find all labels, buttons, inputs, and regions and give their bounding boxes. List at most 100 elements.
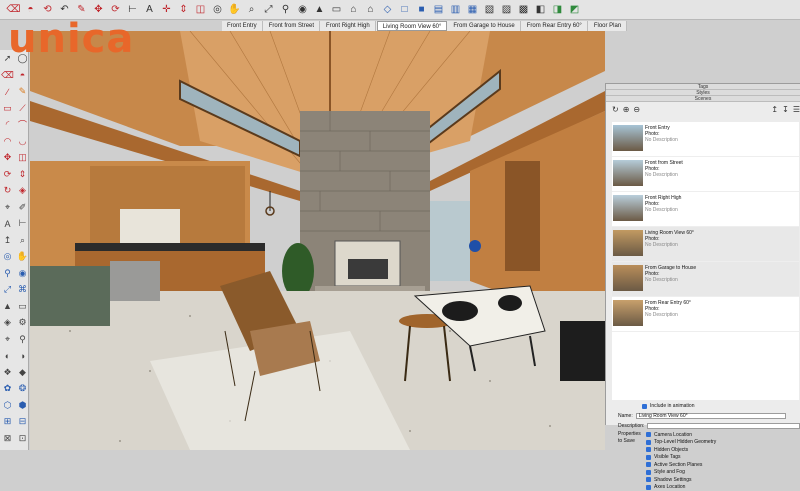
move-scene-up-icon[interactable]: ↥	[771, 105, 778, 114]
axes-icon[interactable]: ✛	[159, 2, 174, 17]
help-icon[interactable]: ⊡	[16, 432, 29, 445]
look-around-icon[interactable]: ◈	[1, 316, 14, 329]
polygon-icon[interactable]: ⌒	[16, 118, 29, 131]
paint-bucket-icon[interactable]: ◓	[16, 69, 29, 82]
scene-description-field[interactable]	[647, 423, 800, 429]
smoove-icon[interactable]: ⚲	[16, 333, 29, 346]
position-camera-icon[interactable]: ▲	[312, 2, 327, 17]
tape-measure-icon[interactable]: ⌖	[1, 201, 14, 214]
extension-icon[interactable]: ❂	[16, 382, 29, 395]
property-checkbox[interactable]	[646, 469, 651, 475]
circle-icon[interactable]: ◜	[1, 118, 14, 131]
text-icon[interactable]: A	[142, 2, 157, 17]
house-icon[interactable]: ⌂	[363, 2, 378, 17]
scene-tab[interactable]: Living Room View 60°	[376, 21, 448, 31]
scene-list-item[interactable]: Front Entry Photo: No Description	[612, 122, 799, 157]
follow-me-icon[interactable]: ⇕	[16, 168, 29, 181]
arc-icon[interactable]: ◠	[1, 135, 14, 148]
warehouse-icon[interactable]: ✿	[1, 382, 14, 395]
import-icon[interactable]: ⊞	[1, 415, 14, 428]
monochrome-icon[interactable]: ◩	[567, 2, 582, 17]
walk-icon[interactable]: ⚲	[278, 2, 293, 17]
zoom-icon[interactable]: ⚲	[1, 267, 14, 280]
hidden-line-icon[interactable]: ▩	[516, 2, 531, 17]
paint-bucket-icon[interactable]: ◓	[23, 2, 38, 17]
axes-icon[interactable]: ↥	[1, 234, 14, 247]
scene-list-item[interactable]: From Garage to House Photo: No Description	[612, 262, 799, 297]
property-checkbox[interactable]	[646, 477, 651, 483]
remove-scene-icon[interactable]: ⊖	[633, 105, 640, 114]
iso-view-icon[interactable]: ◇	[380, 2, 395, 17]
left-view-icon[interactable]: ▦	[465, 2, 480, 17]
top-view-icon[interactable]: □	[397, 2, 412, 17]
scene-list-options-icon[interactable]: ☰	[793, 105, 800, 114]
wireframe-icon[interactable]: ▨	[499, 2, 514, 17]
push-pull-icon[interactable]: ⇕	[176, 2, 191, 17]
orbit-icon[interactable]: ◎	[1, 250, 14, 263]
right-view-icon[interactable]: ▤	[431, 2, 446, 17]
position-camera-icon[interactable]: ▲	[1, 300, 14, 313]
layout-icon[interactable]: ⬢	[16, 399, 29, 412]
flip-edge-icon[interactable]: ❖	[1, 366, 14, 379]
scene-tab[interactable]: Front Right High	[321, 21, 376, 31]
scene-list-item[interactable]: From Rear Entry 60° Photo: No Description	[612, 297, 799, 332]
walk-icon[interactable]: ▭	[16, 300, 29, 313]
scene-name-field[interactable]: Living Room View 60°	[635, 413, 786, 419]
offset-icon[interactable]: ◫	[193, 2, 208, 17]
scale-icon[interactable]: ↻	[1, 184, 14, 197]
home-icon[interactable]: ⌂	[346, 2, 361, 17]
move-icon[interactable]: ✥	[1, 151, 14, 164]
eraser-icon[interactable]: ⌫	[6, 2, 21, 17]
add-detail-icon[interactable]: ◆	[16, 366, 29, 379]
look-around-icon[interactable]: ◉	[295, 2, 310, 17]
pan-icon[interactable]: ✋	[227, 2, 242, 17]
pan-icon[interactable]: ✋	[16, 250, 29, 263]
previous-view-icon[interactable]: ⌘	[16, 283, 29, 296]
back-view-icon[interactable]: ▥	[448, 2, 463, 17]
pie-icon[interactable]: ◡	[16, 135, 29, 148]
undo-icon[interactable]: ↶	[57, 2, 72, 17]
scene-list-item[interactable]: Front Right High Photo: No Description	[612, 192, 799, 227]
drape-icon[interactable]: ◑	[16, 349, 29, 362]
section-plane-icon[interactable]: ⚙	[16, 316, 29, 329]
rectangle-icon[interactable]: ▭	[1, 102, 14, 115]
update-scene-icon[interactable]: ↻	[612, 105, 619, 114]
property-checkbox[interactable]	[646, 454, 651, 460]
settings-icon[interactable]: ⊠	[1, 432, 14, 445]
xray-icon[interactable]: ▧	[482, 2, 497, 17]
zoom-extents-icon[interactable]: ⤢	[1, 283, 14, 296]
scene-list-item[interactable]: Living Room View 60° Photo: No Description	[612, 227, 799, 262]
lasso-icon[interactable]: ⟲	[40, 2, 55, 17]
line-icon[interactable]: ∕	[1, 85, 14, 98]
push-pull-icon[interactable]: ◫	[16, 151, 29, 164]
scene-tab[interactable]: Floor Plan	[589, 21, 628, 31]
scene-tab[interactable]: Front Entry	[222, 21, 263, 31]
rotate-icon[interactable]: ⟳	[1, 168, 14, 181]
pencil-icon[interactable]: ✎	[74, 2, 89, 17]
front-view-icon[interactable]: ■	[414, 2, 429, 17]
property-checkbox[interactable]	[646, 439, 651, 445]
export-icon[interactable]: ⊟	[16, 415, 29, 428]
shaded-icon[interactable]: ◧	[533, 2, 548, 17]
arrows-move-icon[interactable]: ✥	[91, 2, 106, 17]
textured-icon[interactable]: ◨	[550, 2, 565, 17]
zoom-extents-icon[interactable]: ⤢	[261, 2, 276, 17]
ruby-icon[interactable]: ⬡	[1, 399, 14, 412]
scene-list-item[interactable]: Front from Street Photo: No Description	[612, 157, 799, 192]
add-scene-icon[interactable]: ⊕	[623, 105, 630, 114]
3d-viewport[interactable]	[30, 31, 605, 450]
scene-tab[interactable]: Front from Street	[264, 21, 321, 31]
zoom-window-icon[interactable]: ◉	[16, 267, 29, 280]
3d-text-icon[interactable]: ⌕	[16, 234, 29, 247]
rotated-rectangle-icon[interactable]: ⟋	[16, 102, 29, 115]
property-checkbox[interactable]	[646, 462, 651, 468]
protractor-icon[interactable]: ⊢	[16, 217, 29, 230]
eraser-icon[interactable]: ⌫	[1, 69, 14, 82]
pencil-icon[interactable]: ✎	[16, 85, 29, 98]
scene-tab[interactable]: From Garage to House	[448, 21, 521, 31]
scene-tab[interactable]: From Rear Entry 60°	[522, 21, 588, 31]
text-icon[interactable]: A	[1, 217, 14, 230]
include-animation-checkbox[interactable]	[642, 403, 647, 409]
move-scene-down-icon[interactable]: ↧	[782, 105, 789, 114]
sandbox-icon[interactable]: ⌖	[1, 333, 14, 346]
